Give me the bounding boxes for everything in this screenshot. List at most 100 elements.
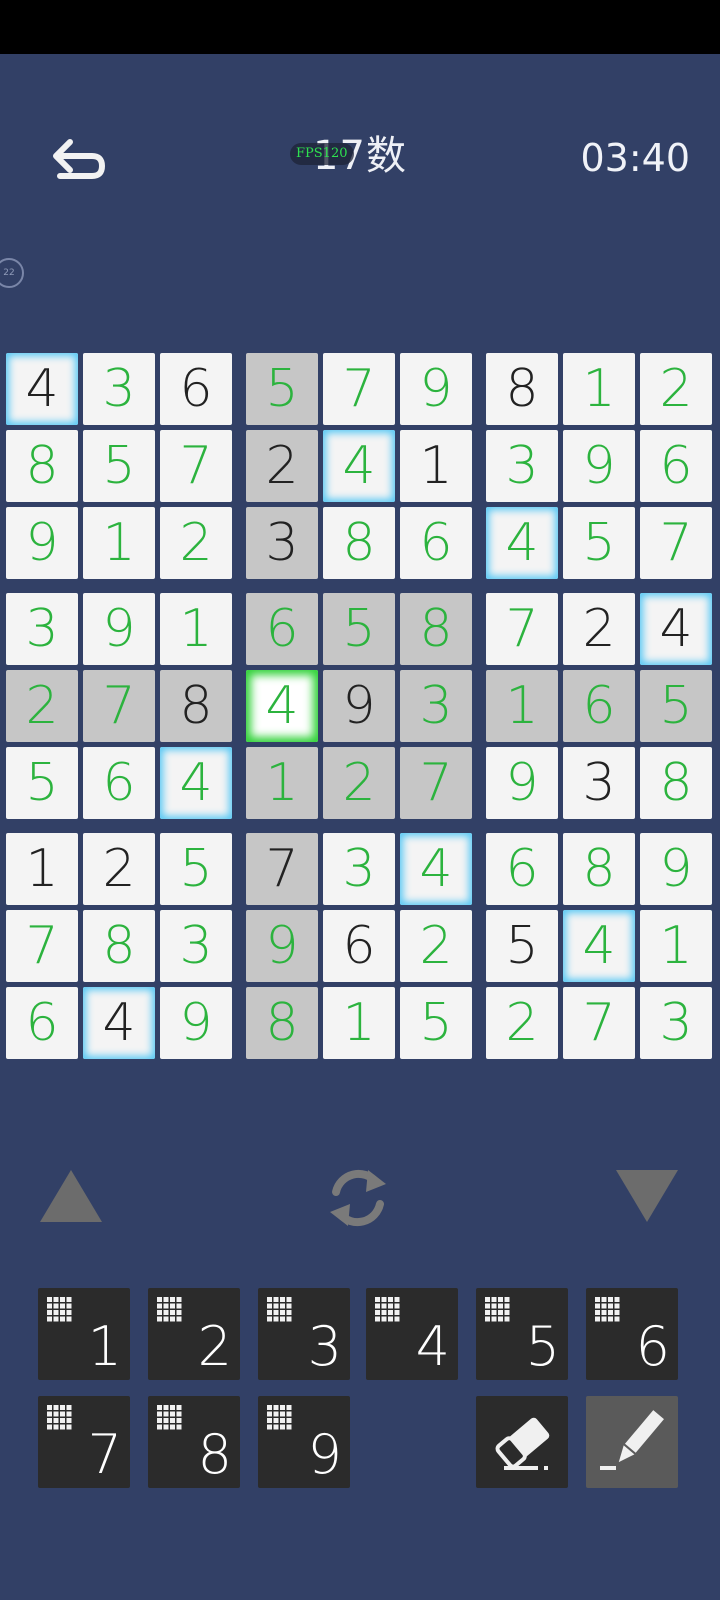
sudoku-cell[interactable]: 5 [486, 910, 558, 982]
sudoku-cell[interactable]: 6 [640, 430, 712, 502]
sudoku-cell[interactable]: 1 [486, 670, 558, 742]
sudoku-cell[interactable]: 1 [400, 430, 472, 502]
sudoku-cell[interactable]: 4 [400, 833, 472, 905]
sudoku-cell[interactable]: 7 [246, 833, 318, 905]
sudoku-cell[interactable]: 5 [6, 747, 78, 819]
grid-dots-icon [267, 1405, 292, 1430]
number-key-9[interactable]: 9 [258, 1396, 350, 1488]
sudoku-cell[interactable]: 3 [486, 430, 558, 502]
sudoku-cell[interactable]: 9 [83, 593, 155, 665]
sudoku-cell[interactable]: 3 [6, 593, 78, 665]
sudoku-cell[interactable]: 4 [323, 430, 395, 502]
sudoku-cell[interactable]: 4 [6, 353, 78, 425]
sudoku-cell[interactable]: 7 [400, 747, 472, 819]
sudoku-cell[interactable]: 7 [6, 910, 78, 982]
number-key-7[interactable]: 7 [38, 1396, 130, 1488]
sudoku-cell[interactable]: 1 [246, 747, 318, 819]
grid-dots-icon [595, 1297, 620, 1322]
sudoku-cell[interactable]: 1 [323, 987, 395, 1059]
sudoku-cell[interactable]: 8 [486, 353, 558, 425]
refresh-button[interactable] [322, 1162, 394, 1234]
sudoku-cell[interactable]: 7 [563, 987, 635, 1059]
sudoku-cell[interactable]: 9 [563, 430, 635, 502]
sudoku-cell[interactable]: 2 [6, 670, 78, 742]
sudoku-cell[interactable]: 9 [640, 833, 712, 905]
sudoku-cell[interactable]: 7 [160, 430, 232, 502]
sudoku-cell[interactable]: 9 [6, 507, 78, 579]
sudoku-cell[interactable]: 2 [160, 507, 232, 579]
number-key-6[interactable]: 6 [586, 1288, 678, 1380]
sudoku-cell[interactable]: 3 [160, 910, 232, 982]
sudoku-cell[interactable]: 1 [563, 353, 635, 425]
number-key-5[interactable]: 5 [476, 1288, 568, 1380]
sudoku-cell[interactable]: 5 [563, 507, 635, 579]
sudoku-cell[interactable]: 2 [640, 353, 712, 425]
sudoku-cell[interactable]: 4 [486, 507, 558, 579]
sudoku-cell[interactable]: 2 [83, 833, 155, 905]
sudoku-cell[interactable]: 5 [400, 987, 472, 1059]
pencil-button[interactable] [586, 1396, 678, 1488]
key-digit: 9 [307, 1423, 342, 1486]
sudoku-cell[interactable]: 1 [640, 910, 712, 982]
sudoku-cell[interactable]: 3 [83, 353, 155, 425]
sudoku-cell[interactable]: 4 [640, 593, 712, 665]
sudoku-cell[interactable]: 6 [323, 910, 395, 982]
back-button[interactable] [44, 128, 114, 198]
sudoku-cell[interactable]: 3 [563, 747, 635, 819]
number-key-8[interactable]: 8 [148, 1396, 240, 1488]
sudoku-cell[interactable]: 5 [83, 430, 155, 502]
floating-badge[interactable]: 22 [0, 258, 24, 288]
sudoku-cell[interactable]: 9 [400, 353, 472, 425]
sudoku-cell[interactable]: 3 [246, 507, 318, 579]
sudoku-cell[interactable]: 8 [323, 507, 395, 579]
sudoku-cell[interactable]: 4 [83, 987, 155, 1059]
sudoku-cell[interactable]: 9 [486, 747, 558, 819]
selected-cell[interactable]: 4 [246, 670, 318, 742]
number-key-1[interactable]: 1 [38, 1288, 130, 1380]
sudoku-cell[interactable]: 8 [400, 593, 472, 665]
sudoku-cell[interactable]: 7 [640, 507, 712, 579]
sudoku-cell[interactable]: 6 [6, 987, 78, 1059]
sudoku-cell[interactable]: 6 [486, 833, 558, 905]
sudoku-cell[interactable]: 8 [160, 670, 232, 742]
sudoku-cell[interactable]: 7 [83, 670, 155, 742]
eraser-button[interactable] [476, 1396, 568, 1488]
number-key-4[interactable]: 4 [366, 1288, 458, 1380]
sudoku-cell[interactable]: 8 [640, 747, 712, 819]
sudoku-cell[interactable]: 5 [323, 593, 395, 665]
sudoku-cell[interactable]: 1 [6, 833, 78, 905]
sudoku-cell[interactable]: 7 [323, 353, 395, 425]
sudoku-cell[interactable]: 9 [246, 910, 318, 982]
sudoku-cell[interactable]: 6 [563, 670, 635, 742]
sudoku-cell[interactable]: 2 [400, 910, 472, 982]
sudoku-cell[interactable]: 8 [246, 987, 318, 1059]
number-key-3[interactable]: 3 [258, 1288, 350, 1380]
sudoku-cell[interactable]: 9 [323, 670, 395, 742]
sudoku-cell[interactable]: 6 [246, 593, 318, 665]
sudoku-cell[interactable]: 5 [246, 353, 318, 425]
sudoku-cell[interactable]: 9 [160, 987, 232, 1059]
sudoku-cell[interactable]: 3 [640, 987, 712, 1059]
sudoku-cell[interactable]: 3 [400, 670, 472, 742]
sudoku-cell[interactable]: 8 [83, 910, 155, 982]
number-key-2[interactable]: 2 [148, 1288, 240, 1380]
sudoku-cell[interactable]: 5 [160, 833, 232, 905]
next-button[interactable] [614, 1166, 680, 1226]
sudoku-cell[interactable]: 2 [486, 987, 558, 1059]
sudoku-cell[interactable]: 4 [160, 747, 232, 819]
previous-button[interactable] [38, 1166, 104, 1226]
sudoku-cell[interactable]: 2 [563, 593, 635, 665]
sudoku-cell[interactable]: 8 [563, 833, 635, 905]
sudoku-cell[interactable]: 5 [640, 670, 712, 742]
sudoku-cell[interactable]: 1 [83, 507, 155, 579]
sudoku-cell[interactable]: 4 [563, 910, 635, 982]
sudoku-cell[interactable]: 1 [160, 593, 232, 665]
sudoku-cell[interactable]: 8 [6, 430, 78, 502]
sudoku-cell[interactable]: 3 [323, 833, 395, 905]
sudoku-cell[interactable]: 2 [246, 430, 318, 502]
sudoku-cell[interactable]: 7 [486, 593, 558, 665]
sudoku-cell[interactable]: 2 [323, 747, 395, 819]
sudoku-cell[interactable]: 6 [160, 353, 232, 425]
sudoku-cell[interactable]: 6 [400, 507, 472, 579]
sudoku-cell[interactable]: 6 [83, 747, 155, 819]
